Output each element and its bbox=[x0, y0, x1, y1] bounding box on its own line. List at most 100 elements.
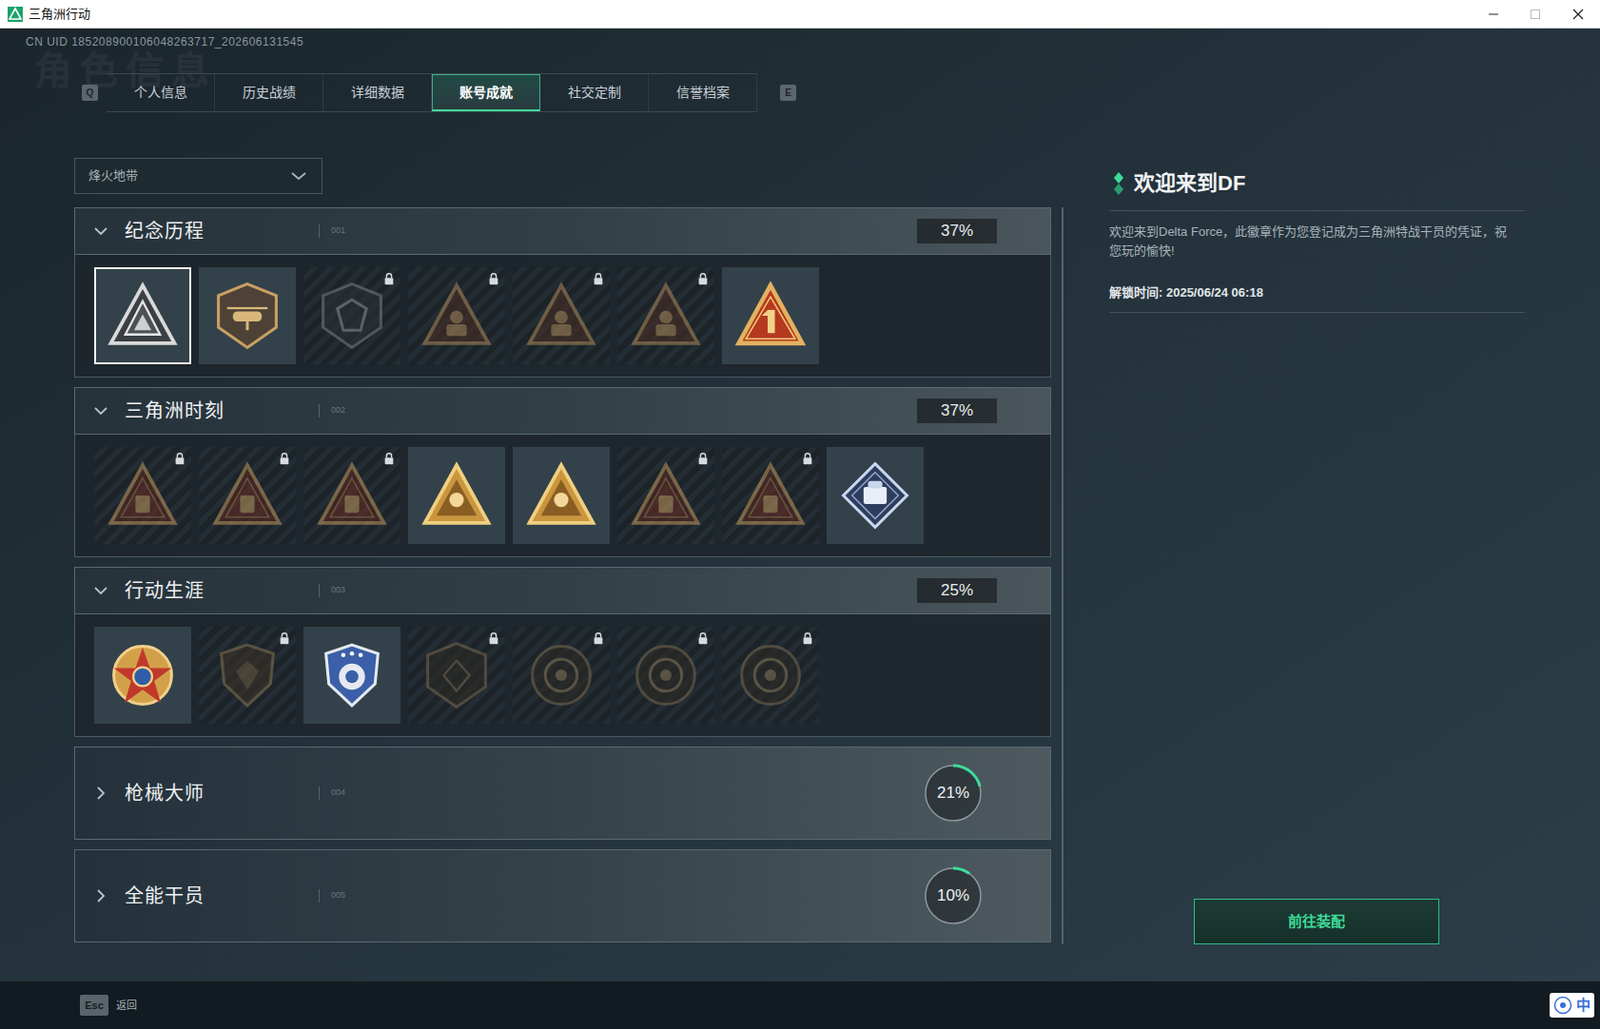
mode-dropdown[interactable]: 烽火地带 bbox=[74, 157, 323, 195]
lock-icon bbox=[487, 271, 501, 287]
mode-dropdown-value: 烽火地带 bbox=[88, 166, 138, 186]
achievement-badge[interactable] bbox=[408, 267, 506, 365]
section-index: 002 bbox=[318, 404, 346, 418]
title-bar: 三角洲行动 bbox=[0, 0, 1600, 29]
diamond-icon bbox=[1112, 172, 1125, 196]
badge-emblem-icon bbox=[629, 459, 703, 532]
tab[interactable]: 信誉档案 bbox=[648, 74, 758, 112]
tab[interactable]: 社交定制 bbox=[540, 74, 649, 112]
achievement-badge[interactable] bbox=[198, 626, 296, 724]
badge-emblem-icon bbox=[629, 279, 703, 352]
section-header[interactable]: 三角洲时刻00237% bbox=[74, 387, 1052, 435]
achievement-badge[interactable] bbox=[198, 267, 296, 365]
section-percent: 25% bbox=[917, 578, 997, 604]
achievement-badge[interactable] bbox=[721, 447, 820, 545]
section-index: 004 bbox=[318, 786, 346, 800]
achievement-badge[interactable] bbox=[198, 447, 296, 545]
achievement-badge[interactable] bbox=[617, 626, 715, 724]
divider bbox=[1109, 312, 1525, 313]
next-tab-key[interactable]: E bbox=[780, 84, 797, 101]
tab-label: 个人信息 bbox=[134, 82, 188, 103]
badge-emblem-icon bbox=[734, 639, 807, 712]
section-progress-ring: 21% bbox=[922, 762, 984, 824]
achievement-badge[interactable] bbox=[512, 267, 610, 365]
badge-emblem-icon bbox=[315, 459, 389, 532]
achievement-section: 三角洲时刻00237% bbox=[74, 387, 1052, 558]
achievement-badge[interactable] bbox=[512, 447, 610, 545]
equip-button[interactable]: 前往装配 bbox=[1193, 898, 1440, 945]
achievement-badge[interactable] bbox=[721, 626, 820, 724]
divider bbox=[1109, 210, 1525, 212]
badge-emblem-icon bbox=[106, 279, 179, 352]
section-header[interactable]: 行动生涯00325% bbox=[74, 566, 1052, 615]
badge-emblem-icon bbox=[525, 279, 598, 352]
tab-label: 历史战绩 bbox=[242, 82, 296, 103]
tab[interactable]: 账号成就 bbox=[431, 74, 541, 112]
section-header[interactable]: 全能干员00510% bbox=[74, 849, 1052, 943]
section-title: 纪念历程 bbox=[124, 216, 312, 246]
detail-title-row: 欢迎来到DF bbox=[1109, 167, 1525, 199]
section-title: 三角洲时刻 bbox=[124, 396, 312, 426]
achievement-badge[interactable] bbox=[303, 626, 401, 724]
achievement-badge[interactable] bbox=[94, 626, 192, 724]
achievement-badge[interactable] bbox=[303, 267, 401, 365]
prev-tab-key[interactable]: Q bbox=[81, 84, 98, 101]
badge-emblem-icon bbox=[315, 279, 389, 352]
tab-bar: 个人信息 历史战绩 详细数据 账号成就 社交定制 信誉档案 bbox=[106, 73, 758, 113]
achievement-badge[interactable] bbox=[721, 267, 820, 365]
tab[interactable]: 个人信息 bbox=[106, 74, 215, 112]
badge-emblem-icon bbox=[211, 459, 284, 532]
section-header[interactable]: 纪念历程 001 37% bbox=[74, 207, 1052, 255]
achievement-badge[interactable] bbox=[94, 447, 192, 545]
badge-emblem-icon bbox=[420, 459, 493, 532]
achievement-badge[interactable] bbox=[512, 626, 610, 724]
section-header[interactable]: 枪械大师00421% bbox=[74, 746, 1052, 840]
maximize-icon[interactable] bbox=[1514, 0, 1557, 28]
footer-bar: Esc 返回 中 bbox=[0, 981, 1600, 1029]
chevron-down-icon bbox=[289, 166, 309, 186]
achievement-badge[interactable] bbox=[617, 267, 715, 365]
section-index: 003 bbox=[318, 584, 346, 598]
progress-ring-fill bbox=[925, 765, 981, 821]
chevron-down-icon bbox=[92, 582, 110, 600]
lock-icon bbox=[382, 271, 396, 287]
achievement-badge[interactable] bbox=[408, 447, 506, 545]
tab-row: Q 个人信息 历史战绩 详细数据 账号成就 社交定制 信誉档案 E bbox=[81, 73, 1600, 113]
achievement-badge[interactable] bbox=[94, 267, 192, 365]
content-row: 烽火地带纪念历程00137%三角洲时刻00237%行动生涯00325%枪械大师0… bbox=[74, 112, 1600, 982]
achievement-section: 行动生涯00325% bbox=[74, 566, 1052, 738]
tab-label: 详细数据 bbox=[351, 82, 405, 103]
achievement-badge[interactable] bbox=[303, 447, 401, 545]
lock-icon bbox=[173, 450, 187, 467]
lock-icon bbox=[277, 450, 292, 467]
tab[interactable]: 历史战绩 bbox=[214, 74, 324, 112]
achievement-badge[interactable] bbox=[826, 447, 924, 545]
close-icon[interactable] bbox=[1556, 0, 1600, 28]
lock-icon bbox=[800, 450, 815, 467]
esc-key[interactable]: Esc bbox=[79, 995, 109, 1016]
section-percent: 21% bbox=[936, 780, 970, 806]
lock-icon bbox=[591, 271, 605, 287]
back-label[interactable]: 返回 bbox=[116, 997, 137, 1015]
tab-label: 账号成就 bbox=[459, 82, 513, 103]
section-index: 001 bbox=[318, 224, 346, 238]
ime-indicator[interactable]: 中 bbox=[1549, 993, 1595, 1018]
tab-label: 社交定制 bbox=[567, 82, 622, 103]
window-controls bbox=[1472, 0, 1600, 28]
lock-icon bbox=[591, 630, 605, 646]
badge-emblem-icon bbox=[734, 459, 807, 532]
badge-emblem-icon bbox=[734, 279, 807, 352]
unlock-time: 解锁时间: 2025/06/24 06:18 bbox=[1109, 283, 1525, 303]
minimize-icon[interactable] bbox=[1472, 0, 1515, 28]
achievement-badge[interactable] bbox=[408, 626, 506, 724]
badge-emblem-icon bbox=[315, 639, 389, 712]
badge-emblem-icon bbox=[525, 639, 598, 712]
badge-emblem-icon bbox=[839, 459, 912, 532]
section-percent: 37% bbox=[917, 218, 997, 244]
achievement-badge[interactable] bbox=[617, 447, 715, 545]
scrollbar[interactable] bbox=[1061, 207, 1064, 945]
detail-description: 欢迎来到Delta Force，此徽章作为您登记成为三角洲特战干员的凭证，祝您玩… bbox=[1109, 222, 1525, 261]
uid-label: CN UID 185208900106048263717_20260613154… bbox=[25, 34, 1600, 50]
tab[interactable]: 详细数据 bbox=[323, 74, 432, 112]
lock-icon bbox=[487, 630, 501, 646]
